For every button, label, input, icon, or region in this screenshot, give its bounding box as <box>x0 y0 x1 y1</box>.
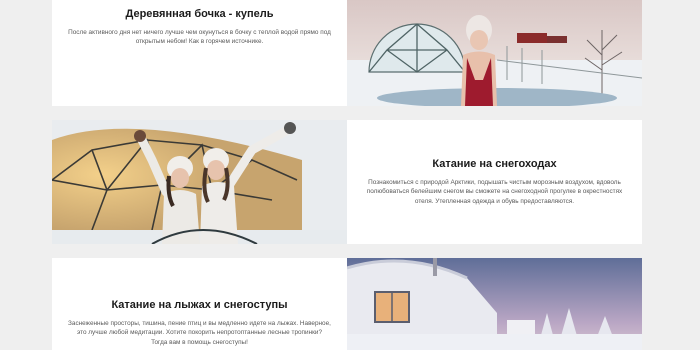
page: Деревянная бочка - купель После активног… <box>0 0 700 350</box>
card-title: Катание на лыжах и снегоступы <box>111 299 288 311</box>
card-text: Катание на лыжах и снегоступы Заснеженны… <box>52 258 347 350</box>
snowmobile-photo <box>52 120 347 244</box>
hot-tub-photo <box>347 0 642 106</box>
card-title: Катание на снегоходах <box>432 158 557 171</box>
snowmobile-image <box>52 120 347 244</box>
card-text: Деревянная бочка - купель После активног… <box>52 0 347 106</box>
activity-card-skiing: Катание на лыжах и снегоступы Заснеженны… <box>52 258 642 350</box>
card-description: После активного дня нет ничего лучше чем… <box>68 29 331 46</box>
dome-dusk-photo <box>347 258 642 350</box>
card-description: Заснеженные просторы, тишина, пение птиц… <box>68 320 331 346</box>
card-description: Познакомиться с природой Арктики, подыша… <box>366 179 623 205</box>
activity-card-snowmobile: Катание на снегоходах Познакомиться с пр… <box>52 120 642 244</box>
dome-dusk-image <box>347 258 642 350</box>
activity-card-hot-tub: Деревянная бочка - купель После активног… <box>52 0 642 106</box>
card-title: Деревянная бочка - купель <box>125 8 274 20</box>
hot-tub-image <box>347 0 642 106</box>
card-text: Катание на снегоходах Познакомиться с пр… <box>347 120 642 244</box>
